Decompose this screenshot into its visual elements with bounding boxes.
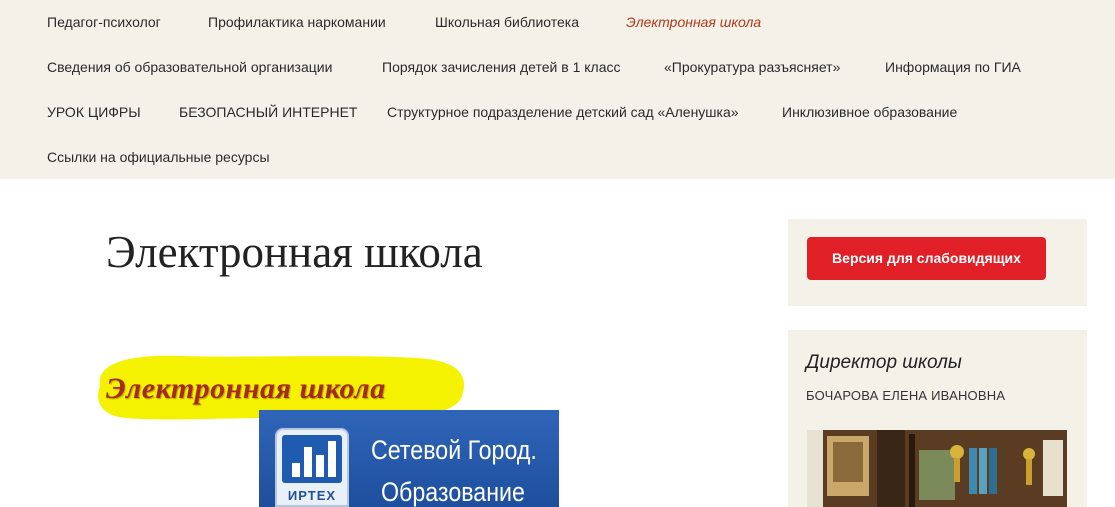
- nav-item-biblioteka[interactable]: Школьная библиотека: [435, 13, 579, 31]
- nav-item-poryadok-zachisleniya[interactable]: Порядок зачисления детей в 1 класс: [382, 58, 621, 76]
- nav-item-prokuratura[interactable]: «Прокуратура разъясняет»: [664, 58, 840, 76]
- logo-text: ИРТЕХ: [287, 488, 337, 503]
- nav-item-urok-cifry[interactable]: УРОК ЦИФРЫ: [47, 103, 141, 121]
- nav-item-pedagog-psiholog[interactable]: Педагог-психолог: [47, 13, 161, 31]
- section-heading: Электронная школа: [106, 372, 386, 405]
- nav-item-inklyuzivnoe[interactable]: Инклюзивное образование: [782, 103, 957, 121]
- page-title: Электронная школа: [106, 227, 483, 277]
- accessibility-widget: Версия для слабовидящих: [788, 219, 1087, 306]
- director-name: БОЧАРОВА ЕЛЕНА ИВАНОВНА: [806, 388, 1006, 403]
- network-city-banner[interactable]: ИРТЕХ Сетевой Город. Образование: [259, 410, 559, 507]
- irtech-logo: ИРТЕХ: [275, 428, 349, 507]
- low-vision-version-button[interactable]: Версия для слабовидящих: [807, 237, 1046, 280]
- nav-item-gia[interactable]: Информация по ГИА: [885, 58, 1021, 76]
- nav-item-svedeniya[interactable]: Сведения об образовательной организации: [47, 58, 332, 76]
- director-photo: [807, 430, 1067, 507]
- bar-chart-icon: [282, 435, 342, 483]
- nav-item-detskiy-sad[interactable]: Структурное подразделение детский сад «А…: [387, 103, 739, 121]
- nav-item-ssylki[interactable]: Ссылки на официальные ресурсы: [47, 148, 270, 166]
- nav-item-elektronnaya-shkola[interactable]: Электронная школа: [626, 13, 761, 31]
- top-navigation: Педагог-психолог Профилактика наркомании…: [0, 0, 1115, 179]
- nav-item-profilaktika[interactable]: Профилактика наркомании: [208, 13, 386, 31]
- banner-title: Сетевой Город.: [371, 435, 537, 465]
- banner-subtitle: Образование: [381, 477, 525, 507]
- nav-item-bezopasnyy-internet[interactable]: БЕЗОПАСНЫЙ ИНТЕРНЕТ: [179, 103, 357, 121]
- director-widget: Директор школы БОЧАРОВА ЕЛЕНА ИВАНОВНА: [788, 330, 1087, 507]
- director-title: Директор школы: [806, 352, 962, 373]
